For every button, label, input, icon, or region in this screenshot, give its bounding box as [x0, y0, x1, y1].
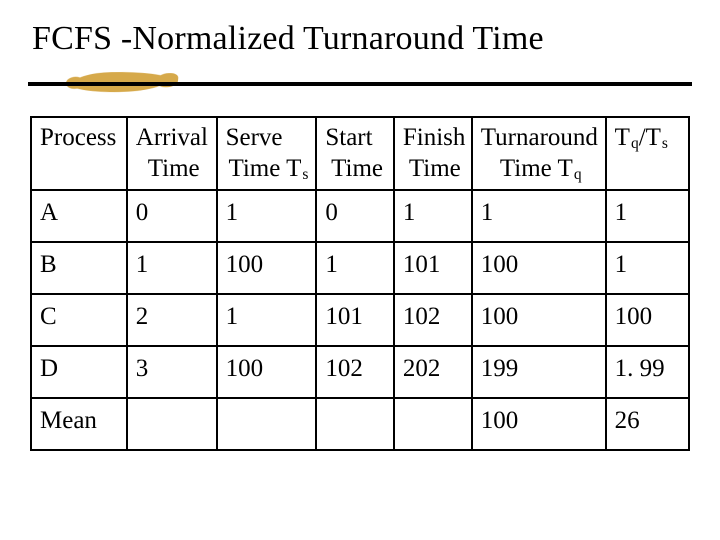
col-ratio: Tq/Ts	[606, 117, 689, 190]
page-title: FCFS -Normalized Turnaround Time	[32, 20, 692, 58]
cell-serve: 1	[217, 190, 317, 242]
cell-process: B	[31, 242, 127, 294]
header-label: Finish	[403, 122, 467, 153]
table-header: Process Arrival Time Serve Time Ts Start…	[31, 117, 689, 190]
header-label: Turnaround	[481, 122, 601, 153]
cell-empty	[127, 398, 217, 450]
cell-start: 1	[316, 242, 394, 294]
cell-arrival: 3	[127, 346, 217, 398]
table-row-mean: Mean 100 26	[31, 398, 689, 450]
col-turnaround: Turnaround Time Tq	[472, 117, 606, 190]
table-row: D 3 100 102 202 199 1. 99	[31, 346, 689, 398]
cell-start: 101	[316, 294, 394, 346]
cell-mean-label: Mean	[31, 398, 127, 450]
cell-ratio: 1. 99	[606, 346, 689, 398]
cell-process: D	[31, 346, 127, 398]
cell-serve: 100	[217, 346, 317, 398]
horizontal-rule	[28, 82, 692, 86]
cell-mean-ratio: 26	[606, 398, 689, 450]
header-row: Process Arrival Time Serve Time Ts Start…	[31, 117, 689, 190]
header-sublabel: Time	[403, 153, 467, 184]
subscript: s	[662, 135, 668, 152]
subscript: q	[631, 135, 639, 152]
cell-arrival: 1	[127, 242, 217, 294]
col-process: Process	[31, 117, 127, 190]
cell-process: C	[31, 294, 127, 346]
cell-ratio: 1	[606, 242, 689, 294]
cell-empty	[394, 398, 472, 450]
table-body: A 0 1 0 1 1 1 B 1 100 1 101 100 1 C 2 1	[31, 190, 689, 450]
ratio-mid: /T	[639, 124, 661, 151]
cell-start: 0	[316, 190, 394, 242]
cell-finish: 101	[394, 242, 472, 294]
cell-serve: 1	[217, 294, 317, 346]
cell-turnaround: 100	[472, 294, 606, 346]
header-sublabel: Time	[136, 153, 212, 184]
header-label: Serve	[226, 122, 312, 153]
cell-turnaround: 199	[472, 346, 606, 398]
cell-ratio: 1	[606, 190, 689, 242]
cell-arrival: 2	[127, 294, 217, 346]
header-label: Process	[40, 122, 122, 153]
col-finish: Finish Time	[394, 117, 472, 190]
title-underline	[28, 66, 692, 102]
cell-process: A	[31, 190, 127, 242]
cell-finish: 1	[394, 190, 472, 242]
cell-finish: 202	[394, 346, 472, 398]
header-sublabel: Time	[325, 153, 389, 184]
cell-empty	[316, 398, 394, 450]
cell-empty	[217, 398, 317, 450]
col-arrival: Arrival Time	[127, 117, 217, 190]
header-label: Start	[325, 122, 389, 153]
cell-start: 102	[316, 346, 394, 398]
cell-mean-turnaround: 100	[472, 398, 606, 450]
col-start: Start Time	[316, 117, 394, 190]
cell-turnaround: 100	[472, 242, 606, 294]
header-label: Arrival	[136, 122, 212, 153]
header-text: Time T	[500, 155, 573, 182]
cell-finish: 102	[394, 294, 472, 346]
cell-serve: 100	[217, 242, 317, 294]
header-text: Time T	[228, 155, 301, 182]
header-label: Tq/Ts	[615, 122, 684, 153]
fcfs-table: Process Arrival Time Serve Time Ts Start…	[30, 116, 690, 451]
table-row: B 1 100 1 101 100 1	[31, 242, 689, 294]
header-sublabel: Time Ts	[226, 153, 312, 184]
slide: FCFS -Normalized Turnaround Time Process…	[0, 0, 720, 540]
col-serve: Serve Time Ts	[217, 117, 317, 190]
subscript: s	[302, 166, 308, 183]
subscript: q	[574, 166, 582, 183]
ratio-t1: T	[615, 124, 630, 151]
header-sublabel: Time Tq	[481, 153, 601, 184]
cell-arrival: 0	[127, 190, 217, 242]
cell-turnaround: 1	[472, 190, 606, 242]
cell-ratio: 100	[606, 294, 689, 346]
table-row: C 2 1 101 102 100 100	[31, 294, 689, 346]
table-row: A 0 1 0 1 1 1	[31, 190, 689, 242]
